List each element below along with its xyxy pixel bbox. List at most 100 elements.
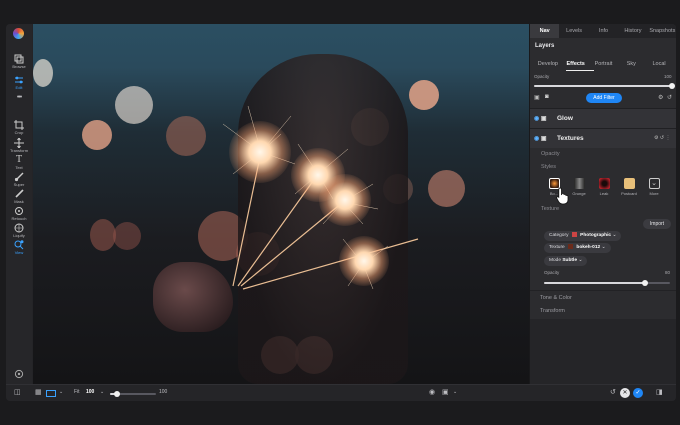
tool-label: Retouch (11, 216, 27, 221)
tool-browse[interactable]: Browse (6, 54, 32, 69)
tool-label: Transform (9, 148, 29, 153)
panel-empty-area (530, 319, 676, 384)
texture-dropdown[interactable]: Texture bokeh-012 ⌄ (544, 243, 611, 253)
style-thumb (598, 178, 610, 189)
tool-crop[interactable]: Crop (6, 120, 32, 135)
texture-opacity-slider[interactable] (544, 279, 670, 286)
subtab-sky[interactable]: Sky (617, 58, 645, 70)
tool-super[interactable]: Super (6, 172, 32, 187)
app-logo-icon (13, 28, 24, 39)
tool-transform[interactable]: Transform (6, 138, 32, 153)
browse-icon (14, 54, 24, 64)
style-postcard[interactable]: Postcard (619, 178, 639, 196)
textures-opacity-label: Opacity (541, 151, 560, 157)
brush-icon (14, 172, 24, 182)
right-panel: Nav Levels Info History Snapshots Layers… (529, 24, 676, 384)
zoom-value[interactable]: 100 (86, 389, 94, 395)
category-value: Photographic (580, 233, 612, 238)
photo-canvas[interactable] (33, 24, 529, 384)
subtab-local[interactable]: Local (645, 58, 673, 70)
layer-visibility-icon[interactable]: ◙ (545, 94, 549, 100)
texture-opacity-thumb[interactable] (641, 279, 648, 286)
fit-label[interactable]: Fit (74, 389, 80, 395)
compare-chevron-icon[interactable]: ⌄ (453, 389, 457, 395)
cancel-button[interactable]: ✕ (620, 388, 630, 398)
style-label: Postcard (621, 191, 637, 196)
edit-sliders-icon (15, 76, 23, 84)
tool-edit[interactable]: Edit (6, 75, 32, 90)
tab-snapshots[interactable]: Snapshots (648, 24, 676, 38)
import-button[interactable]: Import (643, 219, 671, 229)
subtab-portrait[interactable]: Portrait (590, 58, 618, 70)
style-leak[interactable]: Leak (594, 178, 614, 196)
layers-title[interactable]: Layers (535, 43, 554, 49)
panel-toggle-icon[interactable]: ◨ (656, 388, 663, 396)
selected-subtab-underline (566, 70, 594, 71)
more-chevron-icon: ⌄ (648, 178, 660, 189)
sparkler-glow (319, 174, 371, 226)
eye-icon[interactable]: ◉ (429, 388, 435, 396)
category-thumb-icon (571, 232, 577, 237)
liquify-icon (14, 223, 24, 233)
texture-label: Texture (541, 206, 560, 212)
filter-glow-header[interactable]: ◉ ▣ Glow (530, 108, 676, 128)
tab-levels[interactable]: Levels (559, 24, 588, 38)
tool-label: Crop (14, 130, 24, 135)
reset-icon[interactable]: ↺ (667, 94, 672, 101)
layer-mask-icon[interactable]: ▣ (534, 94, 540, 101)
zoom-slider-thumb[interactable] (114, 390, 120, 397)
style-grunge[interactable]: Grunge (569, 178, 589, 196)
text-icon: T (15, 154, 23, 165)
layers-settings-icon (14, 369, 24, 379)
opacity-slider[interactable] (534, 82, 675, 89)
subtab-develop[interactable]: Develop (534, 58, 562, 70)
style-thumb (573, 178, 585, 189)
zoom-chevron-icon[interactable]: ⌄ (100, 389, 104, 395)
tool-mask[interactable]: Mask (6, 189, 32, 204)
zoom-max: 100 (159, 389, 168, 395)
tool-label: Mask (14, 199, 24, 204)
more-tools-button[interactable]: ••• (6, 94, 32, 101)
tab-history[interactable]: History (618, 24, 647, 38)
sparkler-glow (339, 236, 389, 286)
more-dots-icon: ••• (16, 94, 22, 101)
single-view-icon[interactable] (46, 390, 56, 397)
tab-nav[interactable]: Nav (530, 24, 560, 38)
zoom-slider[interactable] (110, 390, 156, 397)
opacity-slider-thumb[interactable] (669, 82, 675, 89)
tool-text[interactable]: T Text (6, 154, 32, 171)
compare-icon[interactable]: ▣ (442, 388, 449, 396)
settings-button[interactable] (6, 369, 32, 379)
tool-label: Text (15, 165, 23, 170)
tool-view[interactable]: View (6, 240, 32, 255)
gear-icon[interactable]: ⚙ (658, 94, 663, 101)
transform-section[interactable]: Transform (540, 308, 565, 314)
mode-dropdown[interactable]: Mode Subtle ⌄ (544, 256, 588, 266)
tool-liquify[interactable]: Liquify (6, 223, 32, 238)
view-menu-chevron-icon[interactable]: ⌄ (59, 389, 63, 395)
mode-label: Mode (549, 258, 561, 263)
view-icon (14, 240, 24, 250)
sparkler-trails (222, 105, 419, 290)
filter-textures-header[interactable]: ◉ ▣ Textures ⚙ ↺ ⋮ (530, 128, 676, 148)
retouch-icon (15, 207, 23, 215)
add-filter-button[interactable]: Add Filter (586, 93, 622, 103)
style-more[interactable]: ⌄ More (644, 178, 664, 196)
subtab-effects[interactable]: Effects (562, 58, 590, 70)
filter-toggle-icon[interactable]: ◉ ▣ (534, 115, 547, 122)
filter-toggle-icon[interactable]: ◉ ▣ (534, 135, 547, 142)
transform-icon (14, 138, 24, 148)
tab-info[interactable]: Info (589, 24, 618, 38)
apply-button[interactable]: ✓ (633, 388, 643, 398)
sparkler-glow (229, 121, 291, 183)
category-dropdown[interactable]: Category Photographic ⌄ (544, 231, 622, 241)
tool-retouch[interactable]: Retouch (6, 206, 32, 221)
sidebar-toggle-icon[interactable]: ◫ (14, 388, 21, 396)
grid-view-icon[interactable]: ▦ (35, 388, 42, 396)
undo-icon[interactable]: ↺ (610, 388, 616, 396)
style-label: Grunge (572, 191, 586, 196)
tone-color-section[interactable]: Tone & Color (540, 295, 572, 301)
filter-options-icon[interactable]: ⚙ ↺ ⋮ (654, 135, 670, 141)
module-tabs: Develop Effects Portrait Sky Local (534, 58, 673, 70)
tool-sidebar: Browse Edit ••• Crop Transform T Text Su… (6, 24, 32, 384)
